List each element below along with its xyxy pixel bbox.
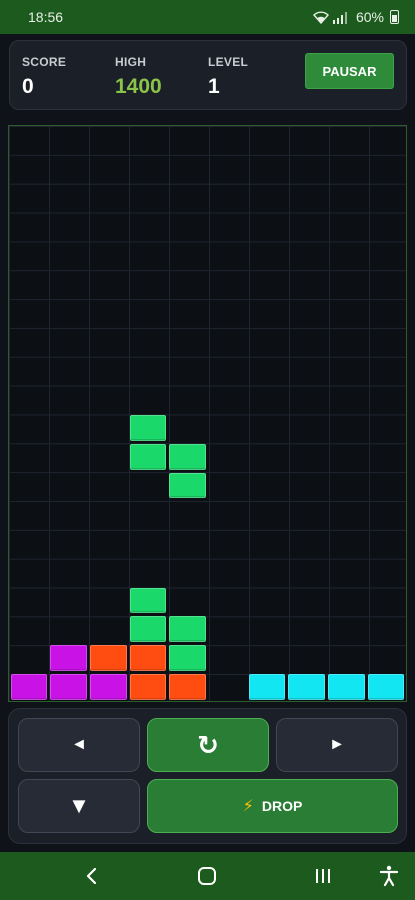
- recents-icon: [316, 869, 330, 883]
- active-piece-block: [169, 472, 206, 499]
- home-icon: [198, 867, 216, 885]
- drop-content: ⚡ DROP: [243, 796, 303, 816]
- active-piece-block: [129, 443, 167, 470]
- system-nav-bar: [0, 852, 415, 900]
- hard-drop-button[interactable]: ⚡ DROP: [147, 779, 398, 833]
- active-piece-block: [169, 443, 206, 470]
- lightning-icon: ⚡: [242, 798, 254, 815]
- locked-block: [328, 673, 365, 700]
- drop-label: DROP: [261, 798, 303, 814]
- move-right-button[interactable]: ►: [276, 718, 398, 772]
- status-icons: [313, 10, 350, 24]
- home-button[interactable]: [187, 852, 227, 900]
- score-value: 0: [22, 75, 34, 98]
- active-piece-block: [129, 415, 167, 441]
- soft-drop-button[interactable]: ▼: [18, 779, 140, 833]
- locked-block: [129, 645, 167, 671]
- locked-block: [169, 645, 206, 671]
- back-button[interactable]: [72, 852, 112, 900]
- score-panel: SCORE 0 HIGH 1400 LEVEL 1 PAUSAR: [9, 40, 407, 110]
- recents-button[interactable]: [303, 852, 343, 900]
- level-stat: LEVEL 1: [208, 55, 248, 99]
- locked-block: [129, 673, 167, 700]
- battery-icon: [390, 10, 399, 24]
- down-arrow-icon: ▼: [68, 793, 90, 818]
- high-score-stat: HIGH 1400: [115, 55, 162, 99]
- battery-percent: 60%: [355, 9, 384, 25]
- move-left-button[interactable]: ◄: [18, 718, 140, 772]
- rotate-button[interactable]: ↻: [147, 718, 269, 772]
- locked-block: [169, 673, 206, 700]
- high-score-value: 1400: [115, 75, 162, 98]
- back-icon: [86, 867, 97, 885]
- locked-block: [50, 673, 87, 700]
- status-bar: 18:56 60%: [0, 0, 415, 34]
- locked-block: [10, 673, 48, 700]
- score-label: SCORE: [22, 55, 67, 69]
- rotate-icon: ↻: [197, 729, 219, 760]
- game-board[interactable]: [8, 125, 407, 702]
- locked-block: [288, 673, 326, 700]
- status-right: 60%: [313, 9, 399, 25]
- high-score-label: HIGH: [115, 55, 147, 69]
- level-value: 1: [208, 75, 220, 98]
- level-label: LEVEL: [208, 55, 249, 69]
- right-arrow-icon: ►: [329, 736, 345, 753]
- left-arrow-icon: ◄: [71, 736, 87, 753]
- locked-block: [89, 673, 127, 700]
- signal-icon: [332, 11, 347, 24]
- accessibility-button[interactable]: [369, 852, 409, 900]
- locked-block: [367, 673, 405, 700]
- locked-block: [169, 616, 206, 642]
- pause-button[interactable]: PAUSAR: [305, 53, 394, 89]
- accessibility-icon: [379, 865, 399, 887]
- locked-block: [89, 645, 127, 671]
- score-stat: SCORE 0: [22, 55, 66, 99]
- locked-block: [129, 587, 167, 614]
- controls-panel: ◄ ↻ ► ▼ ⚡ DROP: [8, 708, 407, 844]
- status-time: 18:56: [28, 9, 64, 25]
- locked-block: [129, 616, 167, 642]
- wifi-icon: [313, 10, 329, 24]
- locked-block: [248, 673, 286, 700]
- locked-block: [50, 645, 87, 671]
